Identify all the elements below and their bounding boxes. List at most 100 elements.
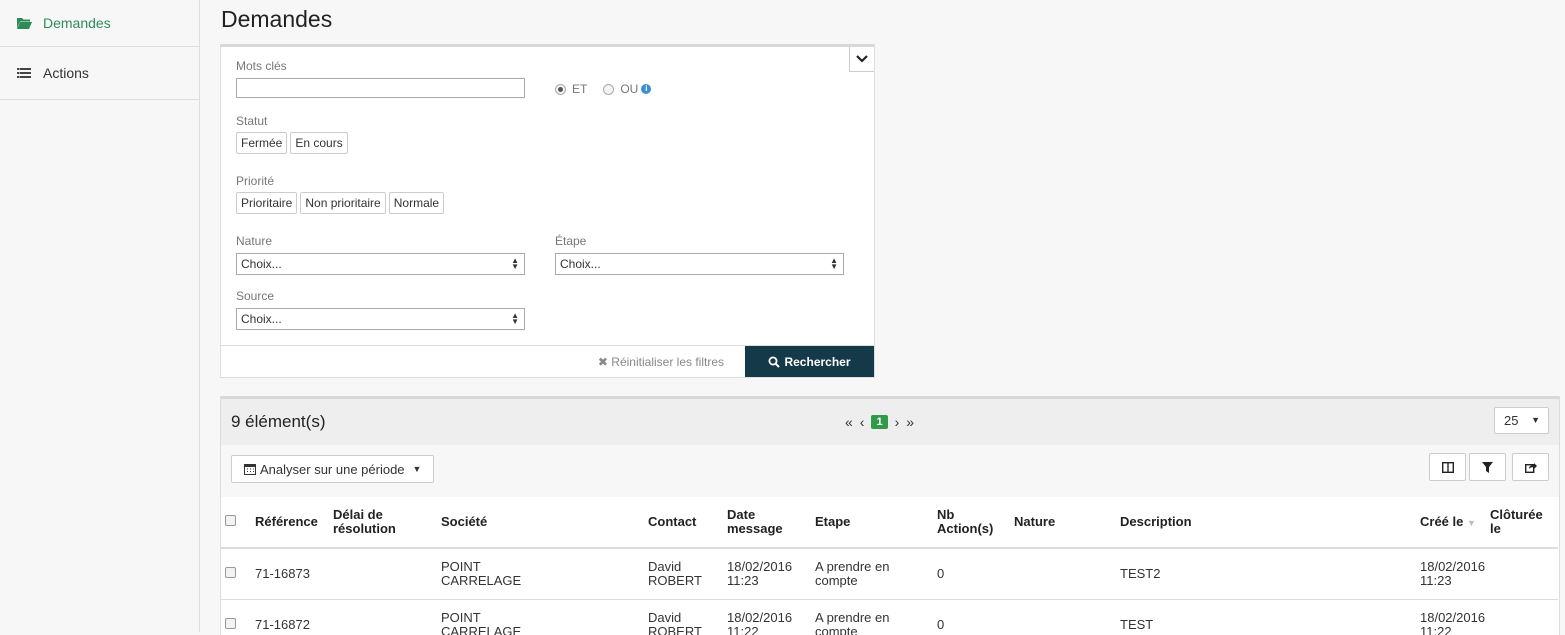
or-label: OU	[620, 82, 638, 96]
per-page-value: 25	[1504, 413, 1518, 428]
analyse-period-label: Analyser sur une période	[260, 462, 405, 477]
source-select[interactable]: Choix... ▲▼	[236, 308, 525, 330]
select-all-cell	[221, 497, 251, 548]
close-icon: ✖	[598, 355, 608, 369]
cell-reference: 71-16872	[251, 600, 329, 635]
cell-societe: POINTCARRELAGE	[437, 600, 644, 635]
cell-cree-le: 18/02/201611:22	[1416, 600, 1486, 635]
column-header[interactable]: Société	[437, 497, 644, 548]
folder-open-icon	[16, 16, 32, 30]
filter-panel: Mots clés ET OU i Statut Fermée En cours…	[220, 44, 875, 378]
export-button[interactable]	[1512, 453, 1549, 481]
cell-date-message: 18/02/201611:23	[723, 548, 811, 600]
row-checkbox[interactable]	[225, 618, 236, 629]
or-radio[interactable]	[603, 84, 614, 95]
row-checkbox[interactable]	[225, 567, 236, 578]
last-page-button[interactable]: »	[906, 414, 914, 430]
chevron-down-icon	[856, 55, 868, 63]
cell-etape: A prendre encompte	[811, 600, 933, 635]
table-header-row: Référence Délai derésolution Société Con…	[221, 497, 1558, 548]
pagination: « ‹ 1 › »	[845, 414, 921, 430]
filter-icon	[1482, 462, 1493, 473]
column-header[interactable]: Nature	[1010, 497, 1116, 548]
priorite-option-non-prioritaire[interactable]: Non prioritaire	[300, 192, 385, 214]
cell-date-message: 18/02/201611:22	[723, 600, 811, 635]
priorite-options: Prioritaire Non prioritaire Normale	[236, 192, 447, 214]
prev-page-button[interactable]: ‹	[860, 414, 865, 430]
column-header[interactable]: Référence	[251, 497, 329, 548]
analyse-period-button[interactable]: Analyser sur une période ▼	[231, 455, 434, 483]
sort-desc-icon: ▼	[1467, 518, 1476, 528]
page-title: Demandes	[221, 6, 332, 33]
share-icon	[1525, 462, 1537, 473]
sidebar-item-demandes[interactable]: Demandes	[0, 0, 199, 47]
etape-select-value: Choix...	[560, 257, 601, 271]
current-page[interactable]: 1	[871, 415, 887, 429]
source-label: Source	[236, 289, 274, 303]
sort-arrows-icon: ▲▼	[830, 258, 838, 270]
filter-panel-footer: ✖ Réinitialiser les filtres Rechercher	[221, 345, 874, 377]
column-header[interactable]: Description	[1116, 497, 1416, 548]
cell-cloture	[1486, 600, 1558, 635]
next-page-button[interactable]: ›	[895, 414, 900, 430]
statut-option-fermee[interactable]: Fermée	[236, 132, 287, 154]
column-header[interactable]: Etape	[811, 497, 933, 548]
sidebar: Demandes Actions	[0, 0, 200, 632]
logic-radio-group: ET OU i	[555, 82, 651, 96]
table-row[interactable]: 71-16873 POINTCARRELAGE DavidROBERT 18/0…	[221, 548, 1558, 600]
columns-button[interactable]	[1429, 453, 1466, 481]
caret-down-icon: ▼	[1531, 408, 1540, 433]
reset-filters-button[interactable]: ✖ Réinitialiser les filtres	[598, 355, 724, 369]
search-button-label: Rechercher	[784, 355, 850, 369]
cell-reference: 71-16873	[251, 548, 329, 600]
collapse-button[interactable]	[849, 47, 874, 72]
keywords-input[interactable]	[236, 78, 525, 98]
sort-arrows-icon: ▲▼	[511, 313, 519, 325]
sidebar-item-actions[interactable]: Actions	[0, 47, 199, 100]
cell-cree-le: 18/02/201611:23	[1416, 548, 1486, 600]
search-button[interactable]: Rechercher	[745, 346, 874, 377]
requests-table: Référence Délai derésolution Société Con…	[221, 497, 1558, 635]
info-icon[interactable]: i	[641, 84, 651, 94]
calendar-icon	[244, 463, 256, 475]
column-header[interactable]: Datemessage	[723, 497, 811, 548]
priorite-option-prioritaire[interactable]: Prioritaire	[236, 192, 297, 214]
etape-select[interactable]: Choix... ▲▼	[555, 253, 844, 275]
results-panel: 9 élément(s) « ‹ 1 › » 25 ▼ Analyser sur…	[220, 396, 1560, 635]
cell-nature	[1010, 548, 1116, 600]
sidebar-item-label: Actions	[43, 66, 89, 80]
select-all-checkbox[interactable]	[225, 515, 236, 526]
priorite-option-normale[interactable]: Normale	[389, 192, 444, 214]
keywords-label: Mots clés	[236, 59, 287, 73]
cell-etape: A prendre encompte	[811, 548, 933, 600]
table-row[interactable]: 71-16872 POINTCARRELAGE DavidROBERT 18/0…	[221, 600, 1558, 635]
reset-filters-label: Réinitialiser les filtres	[611, 355, 724, 369]
results-header: 9 élément(s) « ‹ 1 › » 25 ▼	[221, 399, 1559, 445]
column-header[interactable]: Créé le ▼	[1416, 497, 1486, 548]
cell-cloture	[1486, 548, 1558, 600]
statut-options: Fermée En cours	[236, 132, 351, 154]
filter-button[interactable]	[1469, 453, 1506, 481]
cell-societe: POINTCARRELAGE	[437, 548, 644, 600]
statut-option-en-cours[interactable]: En cours	[290, 132, 347, 154]
column-header[interactable]: Clôturéele	[1486, 497, 1558, 548]
etape-label: Étape	[555, 234, 586, 248]
caret-down-icon: ▼	[413, 464, 422, 474]
per-page-select[interactable]: 25 ▼	[1494, 407, 1549, 434]
results-toolbar: Analyser sur une période ▼	[221, 445, 1559, 497]
and-label: ET	[572, 82, 587, 96]
cell-contact: DavidROBERT	[644, 548, 723, 600]
nature-select[interactable]: Choix... ▲▼	[236, 253, 525, 275]
cell-delai	[329, 548, 437, 600]
priorite-label: Priorité	[236, 174, 274, 188]
cell-description: TEST	[1116, 600, 1416, 635]
and-radio[interactable]	[555, 84, 566, 95]
nature-select-value: Choix...	[241, 257, 282, 271]
cell-nature	[1010, 600, 1116, 635]
column-header[interactable]: NbAction(s)	[933, 497, 1010, 548]
column-header[interactable]: Délai derésolution	[329, 497, 437, 548]
column-header[interactable]: Contact	[644, 497, 723, 548]
search-icon	[768, 356, 780, 368]
cell-description: TEST2	[1116, 548, 1416, 600]
first-page-button[interactable]: «	[845, 414, 853, 430]
